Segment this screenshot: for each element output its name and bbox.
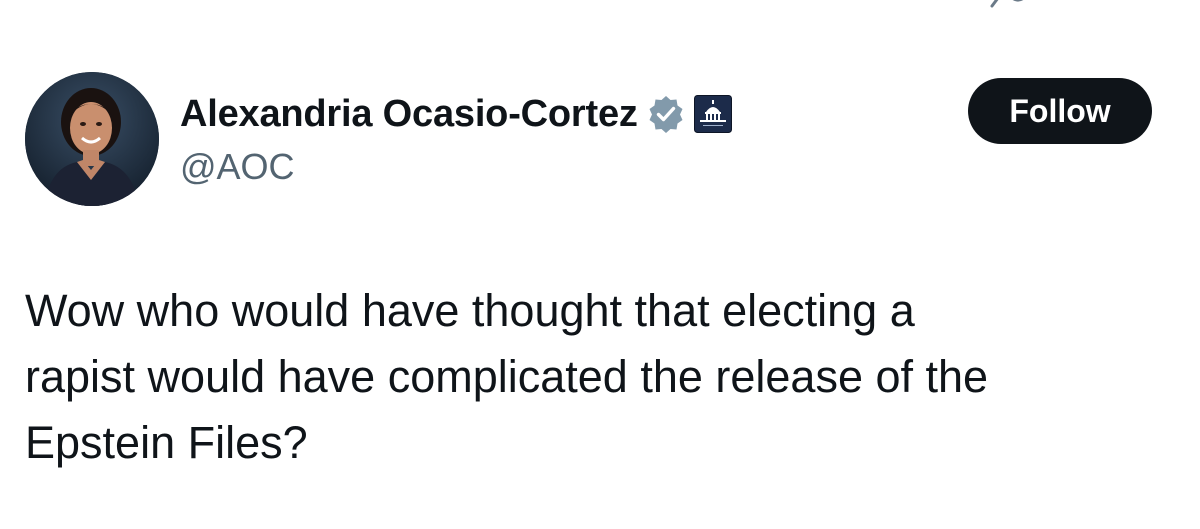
verified-badge-icon[interactable]: [646, 94, 686, 134]
avatar[interactable]: [25, 72, 159, 206]
avatar-photo: [25, 72, 159, 206]
tweet-text-line: rapist would have complicated the releas…: [25, 351, 989, 402]
capitol-building-icon[interactable]: [693, 95, 732, 133]
author-name-row: Alexandria Ocasio-Cortez: [180, 88, 732, 140]
follow-button[interactable]: Follow: [968, 78, 1152, 144]
tweet-text-line: Epstein Files?: [25, 417, 308, 468]
tweet-text-line: Wow who would have thought that electing…: [25, 285, 915, 336]
partial-icon-fragment: [990, 0, 1024, 8]
author-handle[interactable]: @AOC: [180, 146, 295, 188]
tweet-text: Wow who would have thought that electing…: [25, 278, 1175, 476]
author-display-name[interactable]: Alexandria Ocasio-Cortez: [180, 93, 638, 136]
